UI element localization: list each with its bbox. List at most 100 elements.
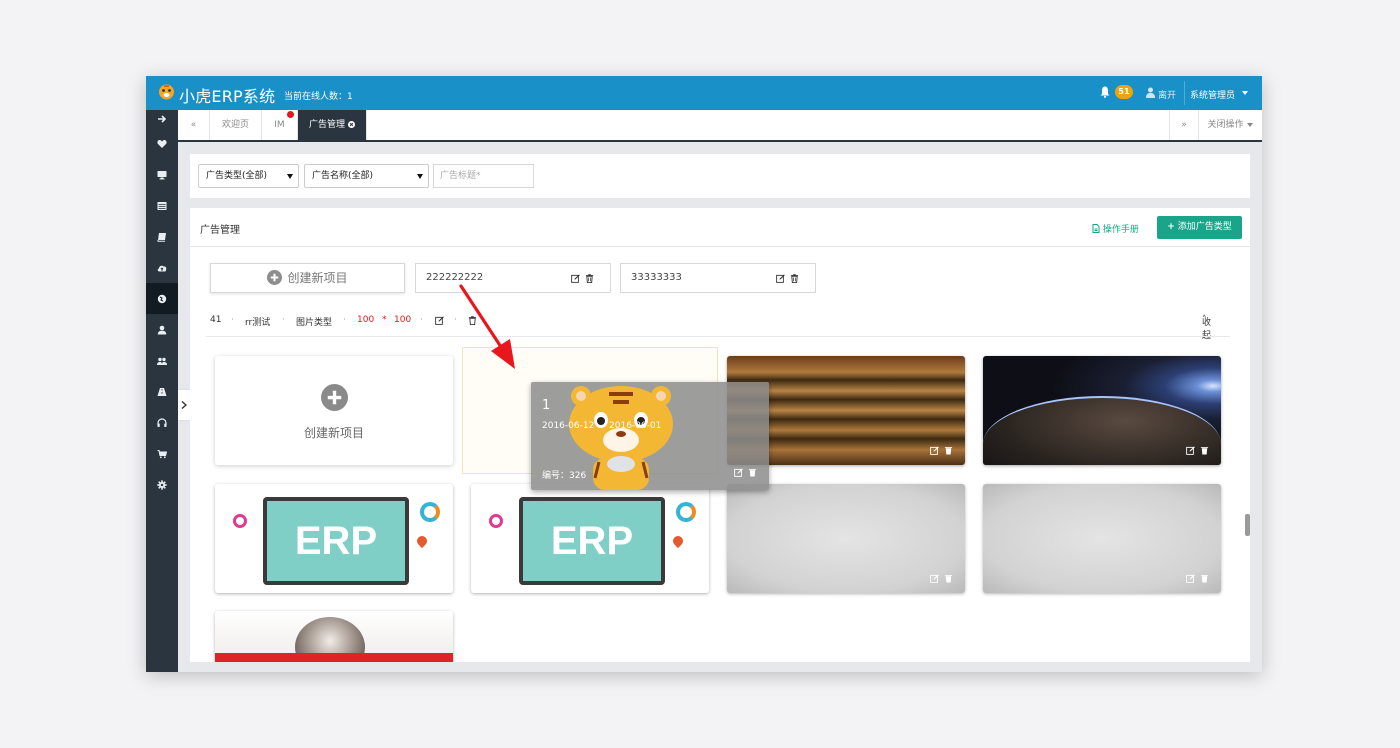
panel-divider	[190, 246, 1250, 247]
plus-icon: +	[1167, 222, 1175, 232]
ad-name-value: 广告名称(全部)	[312, 171, 374, 181]
manual-label: 操作手册	[1102, 225, 1139, 235]
user-icon	[157, 325, 167, 334]
edit-icon[interactable]	[930, 446, 939, 455]
trash-icon[interactable]	[748, 468, 757, 477]
notification-badge[interactable]: 51	[1115, 85, 1133, 99]
tiger-logo-icon	[159, 84, 174, 100]
arrow-right-icon	[158, 115, 167, 123]
top-bar: 小虎ERP系统 当前在线人数：1 51 离开 系统管理员	[146, 76, 1262, 110]
sidebar-item-users[interactable]	[146, 345, 178, 376]
tab-prev-button[interactable]: «	[178, 110, 210, 140]
ad-empty-tile[interactable]	[983, 484, 1221, 593]
user-menu[interactable]: 系统管理员	[1190, 88, 1235, 101]
sidebar-item-desktop[interactable]	[146, 159, 178, 190]
caret-down-icon	[287, 174, 293, 179]
manual-link[interactable]: 操作手册	[1092, 222, 1139, 235]
scrollbar-thumb[interactable]	[1245, 514, 1250, 536]
ad-card-number: 1	[542, 398, 551, 413]
book-icon	[157, 232, 166, 242]
separator-dot: ·	[282, 315, 285, 325]
erp-logo-text: ERP	[294, 519, 378, 563]
ad-type-id: 41	[210, 315, 222, 325]
leave-link[interactable]: 离开	[1158, 88, 1176, 101]
headphones-icon	[157, 417, 167, 427]
caret-down-icon[interactable]	[1242, 91, 1248, 95]
ad-empty-tile[interactable]	[727, 484, 965, 593]
users-icon	[157, 357, 167, 365]
sidebar-item-favorites[interactable]	[146, 128, 178, 159]
ad-image-tile[interactable]: ERP	[215, 484, 453, 593]
trash-icon[interactable]	[1200, 574, 1209, 583]
sidebar-item-book[interactable]	[146, 221, 178, 252]
edit-icon[interactable]	[930, 574, 939, 583]
separator-dot: ·	[231, 315, 234, 325]
tab-ad-management-label: 广告管理	[309, 120, 346, 130]
list-icon	[157, 201, 167, 210]
plus-circle-icon	[321, 384, 348, 411]
ad-image-tile[interactable]	[215, 611, 453, 662]
sidebar-item-settings[interactable]	[146, 469, 178, 500]
sidebar-item-user[interactable]	[146, 314, 178, 345]
sidebar-item-ads[interactable]	[146, 283, 178, 314]
edit-icon[interactable]	[1186, 574, 1195, 583]
chevron-right-icon	[181, 401, 187, 409]
user-icon	[1146, 87, 1155, 98]
erp-logo-text: ERP	[550, 519, 634, 563]
create-ad-tile[interactable]: 创建新项目	[215, 356, 453, 465]
dragging-ad-card[interactable]: 1 2016-06-12 — 2016-06-01 编号：326	[531, 382, 769, 490]
bell-icon[interactable]	[1100, 86, 1110, 98]
panel-title: 广告管理	[200, 225, 240, 236]
sidebar	[146, 110, 178, 672]
close-operations-menu[interactable]: 关闭操作	[1199, 110, 1262, 140]
road-icon	[157, 387, 167, 396]
ad-type-card[interactable]: 33333333	[620, 263, 816, 293]
ad-type-title: rr测试	[245, 318, 271, 328]
sidebar-expand-toggle[interactable]	[178, 390, 190, 420]
ad-type-select[interactable]: 广告类型(全部)	[198, 164, 299, 188]
trash-icon[interactable]	[585, 273, 594, 283]
map-pin-graphic	[670, 533, 686, 549]
close-circle-icon[interactable]	[347, 121, 355, 128]
create-type-label: 创建新项目	[287, 271, 348, 285]
plus-circle-icon	[267, 270, 283, 285]
edit-icon[interactable]	[571, 273, 580, 283]
sidebar-item-support[interactable]	[146, 407, 178, 438]
separator-dot: ·	[343, 315, 346, 325]
create-type-button[interactable]: 创建新项目	[210, 263, 405, 293]
sidebar-item-road[interactable]	[146, 376, 178, 407]
ad-card-dates: 2016-06-12 — 2016-06-01	[542, 421, 662, 431]
trash-icon[interactable]	[1200, 446, 1209, 455]
section-divider	[206, 336, 1230, 337]
sidebar-item-collapse[interactable]	[146, 110, 178, 128]
trash-icon[interactable]	[944, 574, 953, 583]
ad-image-tile[interactable]: ERP	[471, 484, 709, 593]
ad-name-select[interactable]: 广告名称(全部)	[304, 164, 429, 188]
trash-icon[interactable]	[944, 446, 953, 455]
donut-graphic	[676, 502, 696, 522]
filter-panel: 广告类型(全部) 广告名称(全部) 广告标题*	[190, 154, 1250, 198]
edit-icon[interactable]	[435, 316, 444, 325]
edit-icon[interactable]	[1186, 446, 1195, 455]
trash-icon[interactable]	[790, 273, 799, 283]
globe-icon	[157, 294, 167, 303]
edit-icon[interactable]	[776, 273, 785, 283]
sidebar-item-upload[interactable]	[146, 252, 178, 283]
sidebar-item-list[interactable]	[146, 190, 178, 221]
add-ad-type-button[interactable]: + 添加广告类型	[1157, 216, 1242, 239]
create-ad-label: 创建新项目	[303, 426, 364, 440]
tab-welcome[interactable]: 欢迎页	[210, 110, 262, 140]
ad-height: 100	[394, 315, 412, 325]
ad-size-times: *	[382, 315, 387, 325]
ad-width: 100	[357, 315, 375, 325]
sidebar-item-cart[interactable]	[146, 438, 178, 469]
topbar-divider	[1184, 81, 1185, 105]
ad-card-code: 编号：326	[542, 471, 587, 481]
desktop-icon	[157, 170, 167, 179]
app-title: 小虎ERP系统	[179, 87, 276, 106]
ad-image-tile[interactable]	[983, 356, 1221, 465]
edit-icon[interactable]	[734, 468, 743, 477]
tab-next-button[interactable]: »	[1169, 110, 1199, 140]
tab-ad-management[interactable]: 广告管理	[298, 110, 367, 140]
ad-title-input[interactable]: 广告标题*	[433, 164, 534, 188]
